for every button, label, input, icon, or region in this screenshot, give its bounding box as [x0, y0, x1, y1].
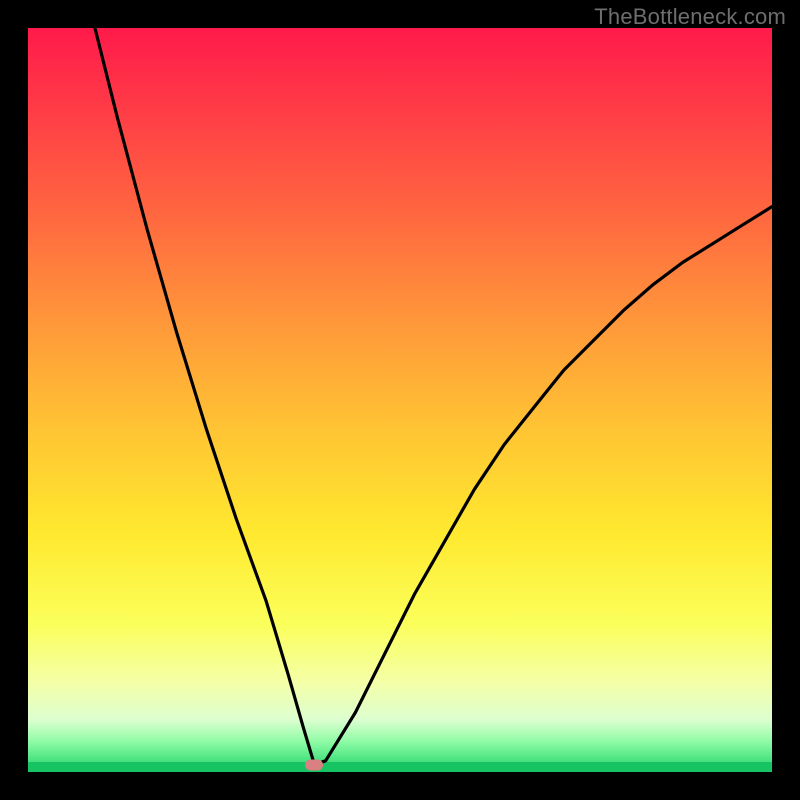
plot-area — [28, 28, 772, 772]
watermark-text: TheBottleneck.com — [594, 4, 786, 30]
optimal-point-marker — [305, 759, 323, 770]
bottleneck-curve — [28, 28, 772, 772]
chart-stage: TheBottleneck.com — [0, 0, 800, 800]
